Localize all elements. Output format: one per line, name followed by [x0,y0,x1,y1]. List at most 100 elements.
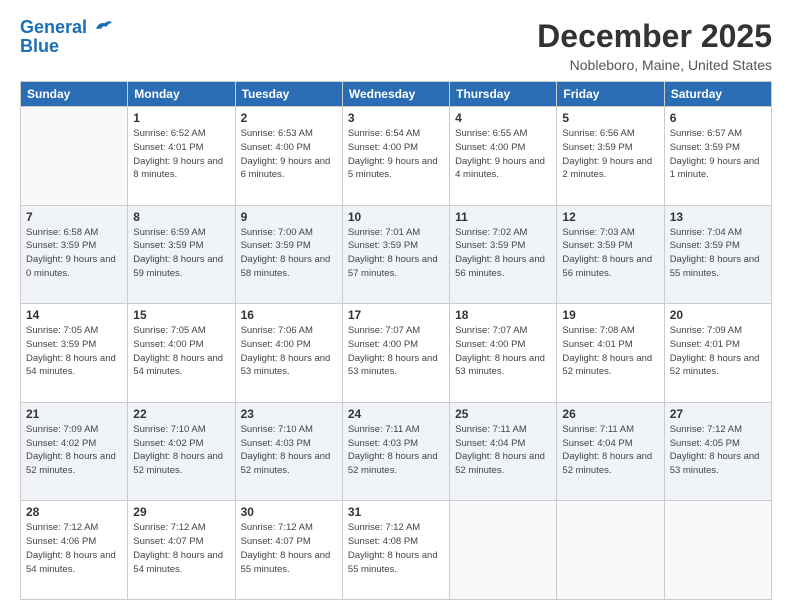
title-block: December 2025 Nobleboro, Maine, United S… [537,18,772,73]
weekday-header-sunday: Sunday [21,82,128,107]
week-row-1: 1 Sunrise: 6:52 AMSunset: 4:01 PMDaylight… [21,107,772,206]
weekday-header-thursday: Thursday [450,82,557,107]
day-info: Sunrise: 7:12 AMSunset: 4:07 PMDaylight:… [133,521,229,576]
weekday-header-monday: Monday [128,82,235,107]
day-info: Sunrise: 7:04 AMSunset: 3:59 PMDaylight:… [670,226,766,281]
day-number: 12 [562,210,658,224]
week-row-2: 7 Sunrise: 6:58 AMSunset: 3:59 PMDaylight… [21,205,772,304]
day-number: 27 [670,407,766,421]
calendar-cell: 10Sunrise: 7:01 AMSunset: 3:59 PMDayligh… [342,205,449,304]
day-number: 26 [562,407,658,421]
calendar-cell: 17 Sunrise: 7:07 AMSunset: 4:00 PMDayligh… [342,304,449,403]
day-info: Sunrise: 6:54 AMSunset: 4:00 PMDaylight:… [348,127,444,182]
day-info: Sunrise: 6:58 AMSunset: 3:59 PMDaylight:… [26,226,122,281]
day-info: Sunrise: 6:57 AMSunset: 3:59 PMDaylight:… [670,127,766,182]
weekday-header-friday: Friday [557,82,664,107]
day-number: 22 [133,407,229,421]
location: Nobleboro, Maine, United States [537,57,772,73]
calendar-cell: 13Sunrise: 7:04 AMSunset: 3:59 PMDayligh… [664,205,771,304]
day-number: 7 [26,210,122,224]
week-row-5: 28 Sunrise: 7:12 AMSunset: 4:06 PMDayligh… [21,501,772,600]
calendar-cell [21,107,128,206]
day-number: 23 [241,407,337,421]
calendar-cell: 15 Sunrise: 7:05 AMSunset: 4:00 PMDayligh… [128,304,235,403]
calendar-cell: 3Sunrise: 6:54 AMSunset: 4:00 PMDaylight… [342,107,449,206]
logo-bird-icon [94,19,112,33]
day-info: Sunrise: 6:53 AMSunset: 4:00 PMDaylight:… [241,127,337,182]
day-number: 25 [455,407,551,421]
calendar-cell: 9Sunrise: 7:00 AMSunset: 3:59 PMDaylight… [235,205,342,304]
day-number: 15 [133,308,229,322]
calendar-cell: 8 Sunrise: 6:59 AMSunset: 3:59 PMDaylight… [128,205,235,304]
calendar-cell: 29 Sunrise: 7:12 AMSunset: 4:07 PMDayligh… [128,501,235,600]
day-number: 8 [133,210,229,224]
week-row-4: 21 Sunrise: 7:09 AMSunset: 4:02 PMDayligh… [21,402,772,501]
day-info: Sunrise: 7:07 AMSunset: 4:00 PMDaylight:… [455,324,551,379]
day-number: 10 [348,210,444,224]
day-number: 21 [26,407,122,421]
day-info: Sunrise: 7:10 AMSunset: 4:02 PMDaylight:… [133,423,229,478]
day-number: 31 [348,505,444,519]
calendar-cell [450,501,557,600]
calendar-cell: 18 Sunrise: 7:07 AMSunset: 4:00 PMDayligh… [450,304,557,403]
day-info: Sunrise: 7:11 AMSunset: 4:04 PMDaylight:… [455,423,551,478]
day-number: 17 [348,308,444,322]
day-info: Sunrise: 7:06 AMSunset: 4:00 PMDaylight:… [241,324,337,379]
day-info: Sunrise: 7:09 AMSunset: 4:02 PMDaylight:… [26,423,122,478]
day-info: Sunrise: 7:08 AMSunset: 4:01 PMDaylight:… [562,324,658,379]
day-number: 18 [455,308,551,322]
day-number: 4 [455,111,551,125]
calendar-cell: 11Sunrise: 7:02 AMSunset: 3:59 PMDayligh… [450,205,557,304]
calendar-cell: 1 Sunrise: 6:52 AMSunset: 4:01 PMDaylight… [128,107,235,206]
day-info: Sunrise: 7:07 AMSunset: 4:00 PMDaylight:… [348,324,444,379]
day-info: Sunrise: 7:12 AMSunset: 4:05 PMDaylight:… [670,423,766,478]
calendar-cell [557,501,664,600]
day-info: Sunrise: 7:05 AMSunset: 4:00 PMDaylight:… [133,324,229,379]
day-number: 9 [241,210,337,224]
day-info: Sunrise: 7:11 AMSunset: 4:04 PMDaylight:… [562,423,658,478]
day-number: 19 [562,308,658,322]
calendar-cell: 4 Sunrise: 6:55 AMSunset: 4:00 PMDaylight… [450,107,557,206]
calendar-cell: 21 Sunrise: 7:09 AMSunset: 4:02 PMDayligh… [21,402,128,501]
weekday-header-tuesday: Tuesday [235,82,342,107]
calendar-cell: 28 Sunrise: 7:12 AMSunset: 4:06 PMDayligh… [21,501,128,600]
day-number: 24 [348,407,444,421]
day-number: 5 [562,111,658,125]
day-number: 30 [241,505,337,519]
page: General Blue December 2025 Nobleboro, Ma… [0,0,792,612]
day-number: 16 [241,308,337,322]
calendar-cell: 6 Sunrise: 6:57 AMSunset: 3:59 PMDaylight… [664,107,771,206]
day-number: 14 [26,308,122,322]
weekday-header-wednesday: Wednesday [342,82,449,107]
header: General Blue December 2025 Nobleboro, Ma… [20,18,772,73]
day-info: Sunrise: 7:05 AMSunset: 3:59 PMDaylight:… [26,324,122,379]
day-info: Sunrise: 7:11 AMSunset: 4:03 PMDaylight:… [348,423,444,478]
calendar-cell: 5Sunrise: 6:56 AMSunset: 3:59 PMDaylight… [557,107,664,206]
month-title: December 2025 [537,18,772,55]
calendar-cell: 24 Sunrise: 7:11 AMSunset: 4:03 PMDayligh… [342,402,449,501]
day-info: Sunrise: 7:10 AMSunset: 4:03 PMDaylight:… [241,423,337,478]
calendar-cell: 19 Sunrise: 7:08 AMSunset: 4:01 PMDayligh… [557,304,664,403]
logo-blue: Blue [20,36,59,57]
day-info: Sunrise: 7:12 AMSunset: 4:06 PMDaylight:… [26,521,122,576]
day-info: Sunrise: 7:09 AMSunset: 4:01 PMDaylight:… [670,324,766,379]
calendar-cell: 12Sunrise: 7:03 AMSunset: 3:59 PMDayligh… [557,205,664,304]
calendar-cell: 2Sunrise: 6:53 AMSunset: 4:00 PMDaylight… [235,107,342,206]
day-info: Sunrise: 6:55 AMSunset: 4:00 PMDaylight:… [455,127,551,182]
day-number: 6 [670,111,766,125]
day-number: 29 [133,505,229,519]
calendar-cell [664,501,771,600]
day-info: Sunrise: 6:52 AMSunset: 4:01 PMDaylight:… [133,127,229,182]
calendar-cell: 22 Sunrise: 7:10 AMSunset: 4:02 PMDayligh… [128,402,235,501]
day-info: Sunrise: 7:12 AMSunset: 4:07 PMDaylight:… [241,521,337,576]
calendar-cell: 31 Sunrise: 7:12 AMSunset: 4:08 PMDayligh… [342,501,449,600]
day-info: Sunrise: 7:02 AMSunset: 3:59 PMDaylight:… [455,226,551,281]
day-number: 28 [26,505,122,519]
day-info: Sunrise: 7:12 AMSunset: 4:08 PMDaylight:… [348,521,444,576]
calendar-cell: 16 Sunrise: 7:06 AMSunset: 4:00 PMDayligh… [235,304,342,403]
calendar-cell: 14 Sunrise: 7:05 AMSunset: 3:59 PMDayligh… [21,304,128,403]
day-number: 1 [133,111,229,125]
weekday-header-saturday: Saturday [664,82,771,107]
day-info: Sunrise: 6:59 AMSunset: 3:59 PMDaylight:… [133,226,229,281]
calendar-cell: 30 Sunrise: 7:12 AMSunset: 4:07 PMDayligh… [235,501,342,600]
